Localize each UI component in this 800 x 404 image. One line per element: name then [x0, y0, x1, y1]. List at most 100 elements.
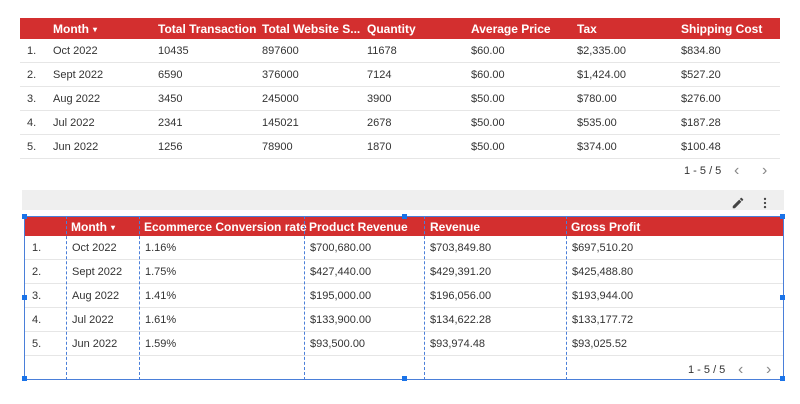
cell-tax: $780.00	[577, 93, 617, 105]
cell-month: Jun 2022	[53, 141, 99, 153]
table-row[interactable]: 5. Jun 2022 1256 78900 1870 $50.00 $374.00 $100…	[20, 135, 780, 159]
next-page-icon[interactable]: ›	[766, 362, 771, 378]
cell-tt: 2341	[158, 117, 183, 129]
cell-idx: 1.	[32, 242, 42, 254]
resize-handle[interactable]	[22, 376, 27, 381]
cell-idx: 5.	[32, 338, 42, 350]
prev-page-icon[interactable]: ‹	[738, 362, 743, 378]
cell-qty: 7124	[367, 69, 392, 81]
col-header-total-website-sessions[interactable]: Total Website S...	[262, 22, 360, 36]
table-row[interactable]: 4. Jul 2022 2341 145021 2678 $50.00 $535.00 $18…	[20, 111, 780, 135]
more-vert-icon[interactable]	[758, 196, 772, 215]
cell-month: Aug 2022	[53, 93, 101, 105]
cell-tws: 245000	[262, 93, 299, 105]
table-row[interactable]: 3. Aug 2022 1.41% $195,000.00 $196,056.00 $19…	[24, 284, 784, 308]
cell-idx: 4.	[32, 314, 42, 326]
cell-rev: $196,056.00	[430, 290, 492, 302]
col-header-month-label: Month	[71, 220, 107, 234]
cell-month: Jul 2022	[72, 314, 114, 326]
table-revenue[interactable]: Month ▾ Ecommerce Conversion rate Product…	[24, 216, 784, 380]
cell-month: Sept 2022	[53, 69, 104, 81]
cell-tt: 10435	[158, 45, 189, 57]
table-row[interactable]: 3. Aug 2022 3450 245000 3900 $50.00 $780.00 $27…	[20, 87, 780, 111]
col-header-revenue[interactable]: Revenue	[430, 220, 480, 234]
table-row[interactable]: 1. Oct 2022 1.16% $700,680.00 $703,849.80 $69…	[24, 236, 784, 260]
cell-conv: 1.41%	[145, 290, 177, 302]
cell-avg: $60.00	[471, 69, 505, 81]
cell-tws: 78900	[262, 141, 293, 153]
cell-idx: 4.	[27, 117, 37, 129]
resize-handle[interactable]	[780, 376, 785, 381]
chart-toolbar	[22, 190, 784, 210]
cell-prod: $427,440.00	[310, 266, 372, 278]
cell-ship: $187.28	[681, 117, 721, 129]
cell-rev: $703,849.80	[430, 242, 492, 254]
cell-tax: $535.00	[577, 117, 617, 129]
cell-prod: $195,000.00	[310, 290, 372, 302]
cell-idx: 2.	[32, 266, 42, 278]
cell-tax: $2,335.00	[577, 45, 626, 57]
cell-ship: $527.20	[681, 69, 721, 81]
col-header-average-price[interactable]: Average Price	[471, 22, 551, 36]
cell-prod: $700,680.00	[310, 242, 372, 254]
pagination-text: 1 - 5 / 5	[684, 165, 722, 177]
col-header-quantity[interactable]: Quantity	[367, 22, 416, 36]
cell-qty: 3900	[367, 93, 392, 105]
resize-handle[interactable]	[402, 376, 407, 381]
resize-handle[interactable]	[780, 214, 785, 219]
resize-handle[interactable]	[22, 214, 27, 219]
cell-tax: $1,424.00	[577, 69, 626, 81]
cell-qty: 11678	[367, 45, 397, 57]
col-header-total-transaction[interactable]: Total Transaction	[158, 22, 256, 36]
table-row[interactable]: 1. Oct 2022 10435 897600 11678 $60.00 $2,335.0…	[20, 39, 780, 63]
col-header-conversion-rate[interactable]: Ecommerce Conversion rate	[144, 220, 307, 234]
cell-avg: $50.00	[471, 93, 505, 105]
table-row[interactable]: 2. Sept 2022 1.75% $427,440.00 $429,391.20 $4…	[24, 260, 784, 284]
resize-handle[interactable]	[402, 214, 407, 219]
prev-page-icon[interactable]: ‹	[734, 163, 739, 179]
cell-ship: $834.80	[681, 45, 721, 57]
resize-handle[interactable]	[22, 295, 27, 300]
cell-conv: 1.16%	[145, 242, 177, 254]
cell-tws: 376000	[262, 69, 299, 81]
col-header-gross-profit[interactable]: Gross Profit	[571, 220, 640, 234]
col-header-product-revenue[interactable]: Product Revenue	[309, 220, 408, 234]
pencil-icon[interactable]	[731, 196, 745, 215]
col-header-month[interactable]: Month ▾	[53, 22, 97, 36]
cell-conv: 1.75%	[145, 266, 177, 278]
sort-desc-icon: ▾	[110, 223, 115, 232]
cell-rev: $134,622.28	[430, 314, 492, 326]
table-header: Month ▾ Total Transaction Total Website S…	[20, 18, 780, 39]
col-header-month[interactable]: Month ▾	[71, 220, 115, 234]
cell-gp: $697,510.20	[572, 242, 634, 254]
resize-handle[interactable]	[780, 295, 785, 300]
cell-month: Oct 2022	[53, 45, 98, 57]
cell-idx: 3.	[32, 290, 42, 302]
cell-rev: $429,391.20	[430, 266, 492, 278]
cell-idx: 1.	[27, 45, 37, 57]
table-row[interactable]: 4. Jul 2022 1.61% $133,900.00 $134,622.28 $13…	[24, 308, 784, 332]
cell-gp: $133,177.72	[572, 314, 634, 326]
column-guide	[66, 216, 67, 380]
pagination-text: 1 - 5 / 5	[688, 364, 726, 376]
table-row[interactable]: 5. Jun 2022 1.59% $93,500.00 $93,974.48 $93,0…	[24, 332, 784, 356]
cell-avg: $60.00	[471, 45, 505, 57]
column-guide	[424, 216, 425, 380]
cell-conv: 1.61%	[145, 314, 177, 326]
cell-gp: $193,944.00	[572, 290, 634, 302]
col-header-shipping-cost[interactable]: Shipping Cost	[681, 22, 762, 36]
next-page-icon[interactable]: ›	[762, 163, 767, 179]
cell-month: Oct 2022	[72, 242, 117, 254]
table2-pagination: 1 - 5 / 5 ‹ ›	[688, 362, 771, 378]
cell-rev: $93,974.48	[430, 338, 486, 350]
col-header-tax[interactable]: Tax	[577, 22, 597, 36]
table1-pagination: 1 - 5 / 5 ‹ ›	[684, 163, 767, 179]
cell-prod: $93,500.00	[310, 338, 366, 350]
cell-qty: 1870	[367, 141, 392, 153]
cell-idx: 2.	[27, 69, 37, 81]
cell-conv: 1.59%	[145, 338, 177, 350]
cell-tws: 145021	[262, 117, 299, 129]
table-row[interactable]: 2. Sept 2022 6590 376000 7124 $60.00 $1,424.00…	[20, 63, 780, 87]
cell-ship: $100.48	[681, 141, 721, 153]
cell-avg: $50.00	[471, 117, 505, 129]
